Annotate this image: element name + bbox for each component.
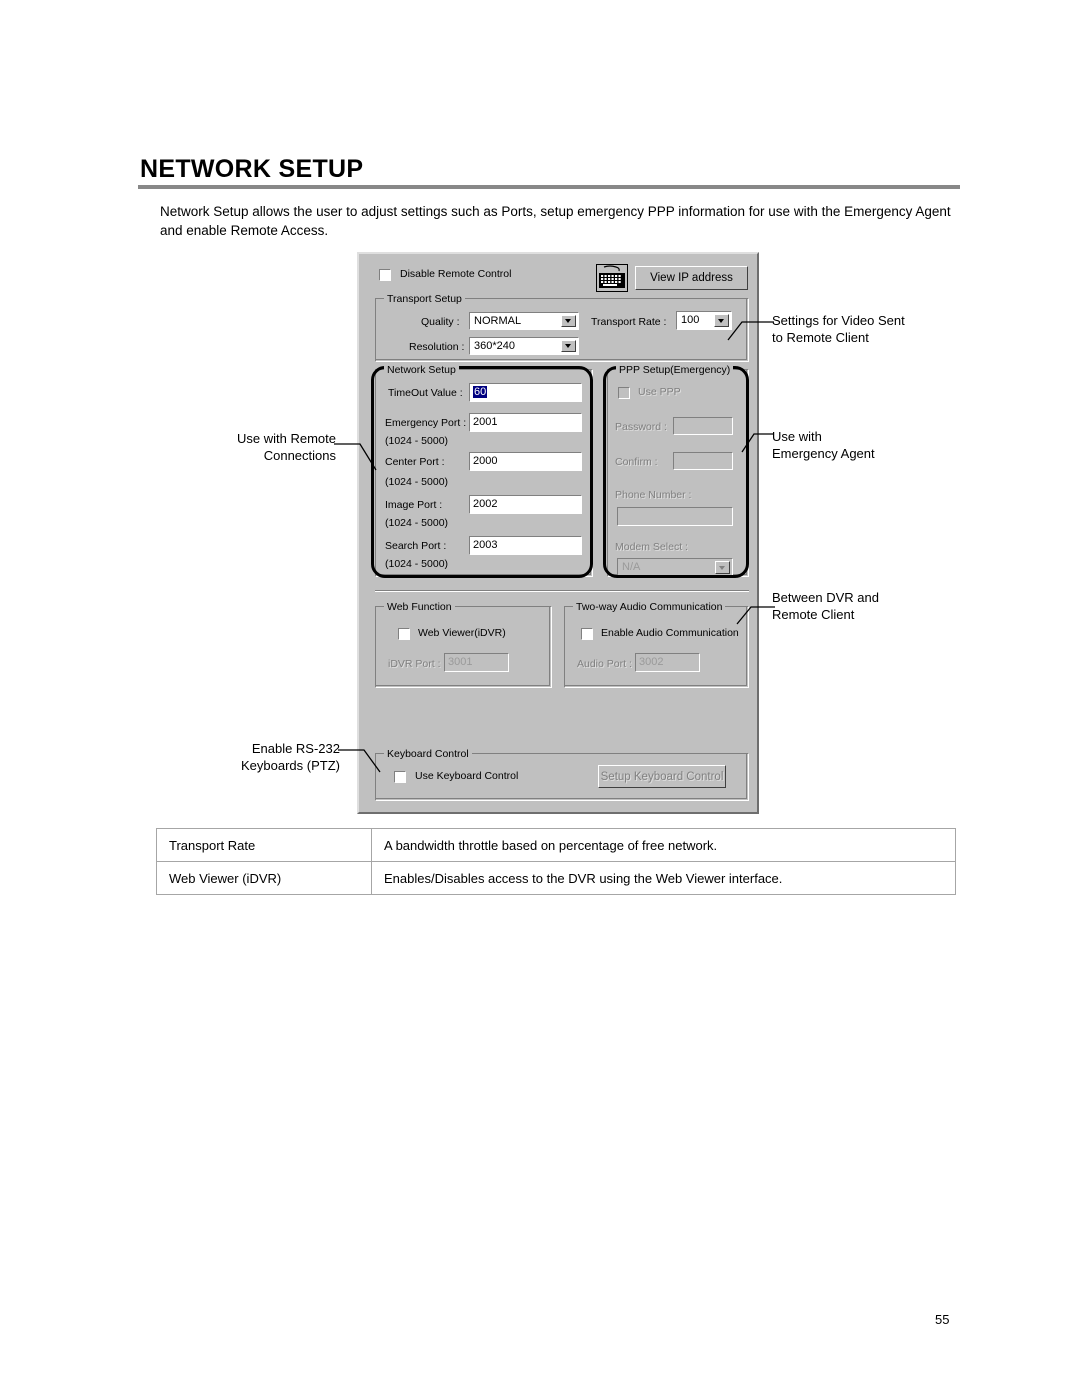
annotation-video-settings: Settings for Video Sent to Remote Client bbox=[772, 312, 905, 346]
modem-select-label: Modem Select : bbox=[615, 541, 688, 553]
network-setup-dialog: Disable Remote Control View IP address T… bbox=[357, 252, 759, 814]
use-keyboard-control-label: Use Keyboard Control bbox=[415, 770, 519, 782]
setup-keyboard-control-button[interactable]: Setup Keyboard Control bbox=[598, 765, 726, 788]
resolution-label: Resolution : bbox=[409, 341, 465, 353]
timeout-value-text: 60 bbox=[473, 386, 488, 398]
password-label: Password : bbox=[615, 421, 667, 433]
chevron-down-icon[interactable] bbox=[561, 340, 576, 352]
ppp-setup-title: PPP Setup(Emergency) bbox=[616, 364, 734, 376]
intro-paragraph: Network Setup allows the user to adjust … bbox=[160, 204, 951, 238]
emergency-port-label: Emergency Port : bbox=[385, 417, 467, 429]
transport-rate-value: 100 bbox=[681, 314, 700, 326]
leader-video-settings bbox=[727, 321, 774, 341]
annotation-emergency-agent-line1: Use with bbox=[772, 429, 822, 444]
two-way-audio-group: Two-way Audio Communication bbox=[564, 601, 749, 688]
web-viewer-label: Web Viewer(iDVR) bbox=[418, 627, 506, 639]
use-ppp-label: Use PPP bbox=[638, 386, 681, 398]
resolution-select[interactable]: 360*240 bbox=[469, 337, 579, 355]
annotation-emergency-agent: Use with Emergency Agent bbox=[772, 428, 875, 462]
leader-emergency-agent bbox=[741, 433, 774, 453]
terms-table-body: Transport Rate A bandwidth throttle base… bbox=[156, 828, 956, 895]
phone-number-label: Phone Number : bbox=[615, 489, 692, 501]
phone-number-input[interactable] bbox=[617, 507, 733, 526]
transport-rate-label: Transport Rate : bbox=[591, 316, 667, 328]
web-function-title: Web Function bbox=[384, 601, 455, 613]
transport-setup-title: Transport Setup bbox=[384, 293, 465, 305]
section-divider-highlight bbox=[375, 591, 749, 592]
center-port-range: (1024 - 5000) bbox=[385, 476, 449, 488]
table-cell-description: A bandwidth throttle based on percentage… bbox=[371, 828, 956, 862]
image-port-range: (1024 - 5000) bbox=[385, 517, 449, 529]
modem-select-value: N/A bbox=[622, 561, 641, 573]
annotation-rs232-line2: Keyboards (PTZ) bbox=[241, 758, 340, 773]
transport-rate-select[interactable]: 100 bbox=[676, 311, 732, 330]
quality-select[interactable]: NORMAL bbox=[469, 312, 579, 330]
keyboard-control-title: Keyboard Control bbox=[384, 748, 472, 760]
emergency-port-input[interactable]: 2001 bbox=[469, 413, 582, 432]
audio-port-input[interactable]: 3002 bbox=[635, 653, 700, 672]
annotation-video-settings-line1: Settings for Video Sent bbox=[772, 313, 905, 328]
chevron-down-icon[interactable] bbox=[561, 315, 576, 327]
leader-between-dvr bbox=[736, 606, 775, 625]
leader-remote-connections bbox=[334, 443, 377, 471]
idvr-port-label: iDVR Port : bbox=[388, 658, 441, 670]
search-port-input[interactable]: 2003 bbox=[469, 536, 582, 555]
search-port-label: Search Port : bbox=[385, 540, 447, 552]
enable-audio-checkbox[interactable] bbox=[581, 628, 593, 640]
page-title: NETWORK SETUP bbox=[140, 155, 364, 183]
leader-rs232 bbox=[338, 749, 381, 773]
use-keyboard-control-checkbox[interactable] bbox=[394, 771, 406, 783]
password-input[interactable] bbox=[673, 417, 733, 435]
web-function-group: Web Function bbox=[375, 601, 552, 688]
page-number: 55 bbox=[935, 1312, 950, 1327]
table-cell-description: Enables/Disables access to the DVR using… bbox=[371, 861, 956, 895]
annotation-between-dvr-line2: Remote Client bbox=[772, 607, 855, 622]
annotation-rs232: Enable RS-232 Keyboards (PTZ) bbox=[200, 740, 340, 774]
resolution-value: 360*240 bbox=[474, 340, 515, 352]
table-row: Web Viewer (iDVR) Enables/Disables acces… bbox=[156, 861, 956, 895]
keyboard-icon bbox=[596, 264, 628, 292]
audio-port-label: Audio Port : bbox=[577, 658, 632, 670]
confirm-input[interactable] bbox=[673, 452, 733, 470]
annotation-remote-connections-line2: Connections bbox=[263, 448, 336, 463]
use-ppp-checkbox[interactable] bbox=[618, 387, 630, 399]
modem-select[interactable]: N/A bbox=[617, 558, 733, 577]
search-port-range: (1024 - 5000) bbox=[385, 558, 449, 570]
annotation-rs232-line1: Enable RS-232 bbox=[251, 741, 340, 756]
annotation-remote-connections-line1: Use with Remote bbox=[237, 431, 336, 446]
two-way-audio-title: Two-way Audio Communication bbox=[573, 601, 726, 613]
center-port-label: Center Port : bbox=[385, 456, 445, 468]
quality-value: NORMAL bbox=[474, 315, 522, 327]
timeout-value-input[interactable]: 60 bbox=[469, 383, 582, 402]
title-divider bbox=[138, 185, 960, 189]
chevron-down-icon[interactable] bbox=[715, 561, 730, 574]
table-row: Transport Rate A bandwidth throttle base… bbox=[156, 828, 956, 862]
annotation-video-settings-line2: to Remote Client bbox=[772, 330, 869, 345]
image-port-input[interactable]: 2002 bbox=[469, 495, 582, 514]
annotation-remote-connections: Use with Remote Connections bbox=[200, 430, 336, 464]
disable-remote-control-label: Disable Remote Control bbox=[400, 268, 512, 280]
timeout-value-label: TimeOut Value : bbox=[388, 387, 463, 399]
table-cell-term: Web Viewer (iDVR) bbox=[156, 861, 372, 895]
confirm-label: Confirm : bbox=[615, 456, 658, 468]
image-port-label: Image Port : bbox=[385, 499, 443, 511]
terms-table: Transport Rate A bandwidth throttle base… bbox=[156, 828, 956, 895]
table-cell-term: Transport Rate bbox=[156, 828, 372, 862]
center-port-input[interactable]: 2000 bbox=[469, 452, 582, 471]
enable-audio-label: Enable Audio Communication bbox=[601, 627, 739, 639]
emergency-port-range: (1024 - 5000) bbox=[385, 435, 449, 447]
disable-remote-control-checkbox[interactable] bbox=[379, 269, 391, 281]
web-viewer-checkbox[interactable] bbox=[398, 628, 410, 640]
view-ip-address-button[interactable]: View IP address bbox=[635, 266, 748, 290]
quality-label: Quality : bbox=[421, 316, 460, 328]
network-setup-title: Network Setup bbox=[384, 364, 459, 376]
idvr-port-input[interactable]: 3001 bbox=[444, 653, 509, 672]
annotation-emergency-agent-line2: Emergency Agent bbox=[772, 446, 875, 461]
annotation-between-dvr: Between DVR and Remote Client bbox=[772, 589, 879, 623]
annotation-between-dvr-line1: Between DVR and bbox=[772, 590, 879, 605]
